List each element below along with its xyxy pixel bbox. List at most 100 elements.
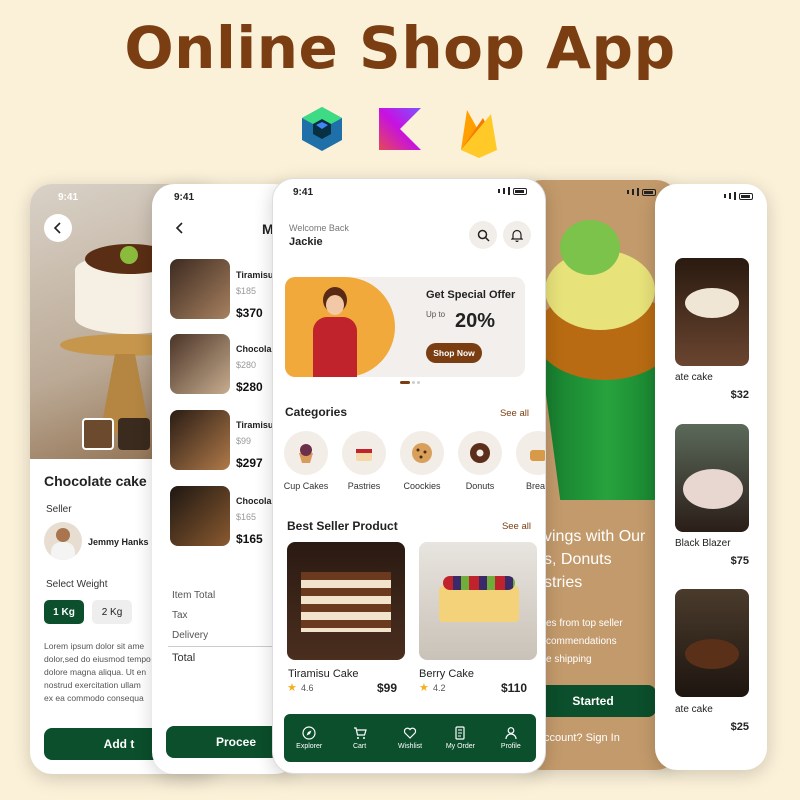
- chevron-left-icon: [53, 222, 61, 234]
- thumbnail[interactable]: [82, 418, 114, 450]
- avatar: [44, 522, 82, 560]
- category-pastries[interactable]: Pastries: [339, 431, 389, 491]
- intro-sub: es from top seller commendations e shipp…: [546, 618, 623, 665]
- cart-item-unit: $185: [236, 286, 257, 296]
- nav-explorer[interactable]: Explorer: [284, 714, 334, 762]
- compass-icon: [302, 726, 316, 740]
- categories-title: Categories: [285, 405, 348, 419]
- product-price: $99: [377, 681, 398, 695]
- intro-headline: vings with Our s, Donuts stries: [544, 528, 646, 591]
- get-started-button[interactable]: Started: [530, 685, 656, 717]
- status-signal: [498, 187, 527, 195]
- cupcake-icon: [299, 444, 313, 463]
- status-signal: [724, 192, 753, 200]
- product-name: Black Blazer: [675, 538, 731, 549]
- weight-option-1kg[interactable]: 1 Kg: [44, 600, 84, 624]
- phone-home: 9:41 Welcome Back Jackie Get Special Off…: [272, 178, 546, 774]
- banner-upto: Up to: [426, 310, 446, 319]
- product-name: Chocolate cake: [44, 473, 147, 489]
- categories-see-all[interactable]: See all: [500, 408, 529, 419]
- status-time: 9:41: [174, 192, 195, 203]
- thumbnail[interactable]: [118, 418, 150, 450]
- cart-item-image: [170, 259, 230, 319]
- total-label: Total: [172, 652, 196, 664]
- product-rating: 4.2: [433, 683, 446, 693]
- heart-icon: [403, 727, 417, 739]
- notification-button[interactable]: [503, 221, 531, 249]
- cart-item-name: Chocola: [236, 496, 272, 506]
- cart-item-unit: $165: [236, 512, 257, 522]
- page-title: Online Shop App: [124, 14, 676, 82]
- cart-item-name: Chocola: [236, 344, 272, 354]
- description: Lorem ipsum dolor sit ame dolor,sed do e…: [44, 641, 151, 703]
- kotlin-icon: [375, 104, 425, 154]
- back-icon[interactable]: [174, 222, 186, 234]
- category-cup-cakes[interactable]: Cup Cakes: [281, 431, 331, 491]
- product-name: Tiramisu Cake: [288, 668, 359, 680]
- promo-banner[interactable]: Get Special Offer Up to 20% Shop Now: [285, 277, 525, 377]
- category-cookies[interactable]: Coockies: [397, 431, 447, 491]
- product-image: [675, 589, 749, 697]
- weight-option-2kg[interactable]: 2 Kg: [92, 600, 132, 624]
- cart-item-price: $165: [236, 532, 263, 546]
- receipt-icon: [455, 726, 466, 740]
- product-image: [675, 424, 749, 532]
- nav-my-order[interactable]: My Order: [435, 714, 485, 762]
- nav-cart[interactable]: Cart: [334, 714, 384, 762]
- product-rating: 4.6: [301, 683, 314, 693]
- product-image: [419, 542, 537, 660]
- search-button[interactable]: [469, 221, 497, 249]
- banner-image: [285, 277, 395, 377]
- bell-icon: [511, 229, 523, 242]
- nav-profile[interactable]: Profile: [486, 714, 536, 762]
- product-price: $110: [501, 681, 528, 695]
- seller-name: Jemmy Hanks: [88, 537, 149, 547]
- product-price: $75: [730, 555, 749, 567]
- back-button[interactable]: [44, 214, 72, 242]
- product-image: [675, 258, 749, 366]
- best-seller-title: Best Seller Product: [287, 519, 398, 533]
- cart-item-price: $370: [236, 306, 263, 320]
- product-name: ate cake: [675, 372, 713, 383]
- status-time: 9:41: [58, 192, 79, 203]
- cart-item-unit: $280: [236, 360, 257, 370]
- category-donuts[interactable]: Donuts: [455, 431, 505, 491]
- cart-item-unit: $99: [236, 436, 252, 446]
- product-name: ate cake: [675, 704, 713, 715]
- nav-wishlist[interactable]: Wishlist: [385, 714, 435, 762]
- tech-logos: [0, 104, 800, 158]
- donut-icon: [470, 443, 490, 463]
- weight-label: Select Weight: [46, 579, 108, 590]
- welcome-text: Welcome Back: [289, 223, 349, 233]
- banner-title: Get Special Offer: [426, 289, 516, 301]
- cart-item-image: [170, 410, 230, 470]
- profile-icon: [505, 727, 517, 740]
- shop-now-button[interactable]: Shop Now: [426, 343, 482, 363]
- sign-in-link[interactable]: ccount? Sign In: [544, 732, 620, 744]
- search-icon: [477, 229, 490, 242]
- firebase-icon: [453, 104, 503, 158]
- status-time: 9:41: [293, 187, 314, 198]
- order-summary: Item Total Tax Delivery: [172, 590, 216, 641]
- cart-item-price: $297: [236, 456, 263, 470]
- banner-percent: 20%: [455, 310, 496, 332]
- phone-product-list: ate cake $32 Black Blazer $75 ate cake $…: [655, 184, 767, 770]
- star-icon: ★: [419, 682, 429, 694]
- cart-item-name: Tiramisu: [236, 270, 274, 280]
- best-seller-see-all[interactable]: See all: [502, 521, 531, 532]
- user-name: Jackie: [289, 236, 323, 248]
- category-bread[interactable]: Bread: [513, 431, 545, 491]
- cart-item-image: [170, 486, 230, 546]
- bread-icon: [530, 450, 545, 461]
- product-price: $25: [730, 721, 749, 733]
- product-image: [287, 542, 405, 660]
- carousel-dots: [400, 381, 420, 384]
- seller-label: Seller: [46, 504, 72, 515]
- jetpack-compose-icon: [297, 104, 347, 154]
- cookie-icon: [412, 443, 432, 463]
- pastry-icon: [356, 449, 372, 461]
- cart-item-image: [170, 334, 230, 394]
- cart-item-price: $280: [236, 380, 263, 394]
- cart-icon: [353, 727, 367, 739]
- product-name: Berry Cake: [419, 668, 475, 680]
